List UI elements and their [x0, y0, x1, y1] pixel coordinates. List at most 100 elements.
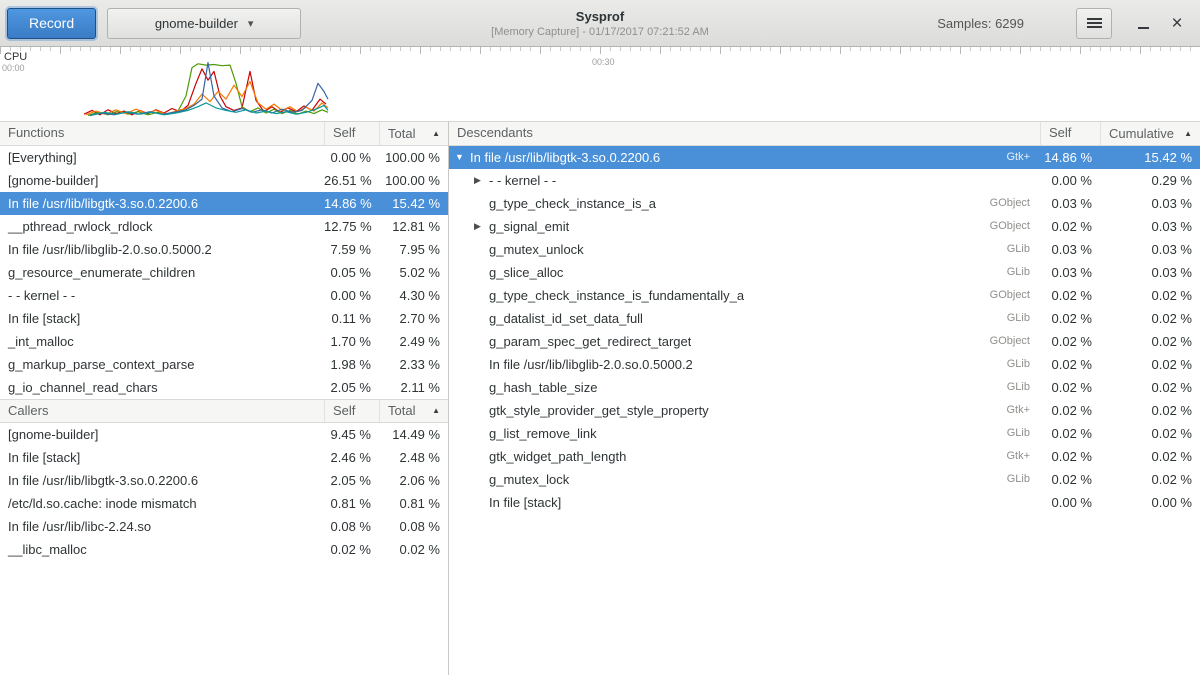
- descendant-row[interactable]: g_mutex_unlockGLib0.03 %0.03 %: [449, 238, 1200, 261]
- column-header-cumulative-label: Cumulative: [1109, 123, 1174, 145]
- function-row[interactable]: In file [stack]0.11 %2.70 %: [0, 307, 448, 330]
- descendants-panel: Descendants Self Cumulative ▲ ▼In file /…: [449, 122, 1200, 514]
- function-name: _int_malloc: [0, 330, 324, 353]
- cpu-timeline[interactable]: CPU 00:00 00:30: [0, 47, 1200, 122]
- descendant-row[interactable]: ▼In file /usr/lib/libgtk-3.so.0.2200.6Gt…: [449, 146, 1200, 169]
- descendant-name-cell: g_slice_alloc GLib: [449, 261, 1040, 284]
- caller-row[interactable]: __libc_malloc0.02 %0.02 %: [0, 538, 448, 561]
- function-row[interactable]: g_io_channel_read_chars2.05 %2.11 %: [0, 376, 448, 399]
- menu-button[interactable]: [1076, 8, 1112, 39]
- descendant-name-cell: ▼In file /usr/lib/libgtk-3.so.0.2200.6Gt…: [449, 146, 1040, 169]
- function-row[interactable]: [Everything]0.00 %100.00 %: [0, 146, 448, 169]
- minimize-button[interactable]: [1126, 6, 1160, 40]
- functions-table-body: [Everything]0.00 %100.00 %[gnome-builder…: [0, 146, 448, 399]
- library-category-badge: GObject: [980, 215, 1040, 238]
- tree-expander-icon[interactable]: ▶: [474, 215, 487, 238]
- cumulative-value: 0.02 %: [1100, 284, 1200, 307]
- column-header-total-label: Total: [388, 400, 415, 422]
- close-button[interactable]: ×: [1160, 6, 1194, 40]
- descendant-row[interactable]: ▶- - kernel - -0.00 %0.29 %: [449, 169, 1200, 192]
- caller-row[interactable]: In file /usr/lib/libc-2.24.so0.08 %0.08 …: [0, 515, 448, 538]
- total-value: 0.81 %: [379, 492, 448, 515]
- function-row[interactable]: In file /usr/lib/libglib-2.0.so.0.5000.2…: [0, 238, 448, 261]
- callers-panel: Callers Self Total ▲ [gnome-builder]9.45…: [0, 399, 448, 675]
- self-value: 0.03 %: [1040, 261, 1100, 284]
- target-selector[interactable]: gnome-builder ▾: [107, 8, 301, 39]
- descendant-name-cell: g_type_check_instance_is_aGObject: [449, 192, 1040, 215]
- cumulative-value: 0.02 %: [1100, 330, 1200, 353]
- descendant-row[interactable]: gtk_style_provider_get_style_propertyGtk…: [449, 399, 1200, 422]
- library-category-badge: GLib: [997, 261, 1040, 284]
- caller-row[interactable]: [gnome-builder]9.45 %14.49 %: [0, 423, 448, 446]
- function-row[interactable]: g_resource_enumerate_children0.05 %5.02 …: [0, 261, 448, 284]
- cumulative-value: 0.02 %: [1100, 307, 1200, 330]
- function-name: In file /usr/lib/libglib-2.0.so.0.5000.2: [0, 238, 324, 261]
- function-name: [gnome-builder]: [0, 423, 324, 446]
- descendant-row[interactable]: g_datalist_id_set_data_fullGLib0.02 %0.0…: [449, 307, 1200, 330]
- minimize-icon: [1138, 27, 1149, 29]
- library-category-badge: GObject: [980, 330, 1040, 353]
- function-name: g_slice_alloc: [489, 261, 563, 284]
- time-label-mid: 00:30: [592, 57, 615, 67]
- column-header-cumulative[interactable]: Cumulative ▲: [1100, 122, 1200, 145]
- column-header-total[interactable]: Total ▲: [379, 122, 448, 145]
- descendant-row[interactable]: g_hash_table_sizeGLib0.02 %0.02 %: [449, 376, 1200, 399]
- column-header-functions[interactable]: Functions: [0, 122, 324, 145]
- column-header-total[interactable]: Total ▲: [379, 400, 448, 422]
- function-row[interactable]: In file /usr/lib/libgtk-3.so.0.2200.614.…: [0, 192, 448, 215]
- column-header-descendants[interactable]: Descendants: [449, 122, 1040, 145]
- self-value: 0.02 %: [1040, 330, 1100, 353]
- descendant-row[interactable]: In file [stack]0.00 %0.00 %: [449, 491, 1200, 514]
- descendant-row[interactable]: g_list_remove_linkGLib0.02 %0.02 %: [449, 422, 1200, 445]
- descendant-row[interactable]: ▶g_signal_emitGObject0.02 %0.03 %: [449, 215, 1200, 238]
- descendant-row[interactable]: g_param_spec_get_redirect_targetGObject0…: [449, 330, 1200, 353]
- function-name: __libc_malloc: [0, 538, 324, 561]
- function-name: In file /usr/lib/libc-2.24.so: [0, 515, 324, 538]
- total-value: 2.70 %: [379, 307, 448, 330]
- self-value: 0.05 %: [324, 261, 379, 284]
- column-header-self[interactable]: Self: [324, 122, 379, 145]
- descendant-name-cell: ▶- - kernel - -: [449, 169, 1040, 192]
- descendant-row[interactable]: g_type_check_instance_is_fundamentally_a…: [449, 284, 1200, 307]
- function-name: [Everything]: [0, 146, 324, 169]
- library-category-badge: Gtk+: [996, 146, 1040, 169]
- function-row[interactable]: [gnome-builder]26.51 %100.00 %: [0, 169, 448, 192]
- function-row[interactable]: g_markup_parse_context_parse1.98 %2.33 %: [0, 353, 448, 376]
- descendant-row[interactable]: g_type_check_instance_is_aGObject0.03 %0…: [449, 192, 1200, 215]
- self-value: 12.75 %: [324, 215, 379, 238]
- function-row[interactable]: - - kernel - -0.00 %4.30 %: [0, 284, 448, 307]
- descendant-row[interactable]: g_mutex_lockGLib0.02 %0.02 %: [449, 468, 1200, 491]
- column-header-self[interactable]: Self: [324, 400, 379, 422]
- column-header-callers[interactable]: Callers: [0, 400, 324, 422]
- record-button[interactable]: Record: [7, 8, 96, 39]
- cumulative-value: 15.42 %: [1100, 146, 1200, 169]
- right-pane: Descendants Self Cumulative ▲ ▼In file /…: [449, 122, 1200, 675]
- total-value: 7.95 %: [379, 238, 448, 261]
- tree-expander-icon[interactable]: ▶: [474, 169, 487, 192]
- cumulative-value: 0.03 %: [1100, 192, 1200, 215]
- descendants-table-body: ▼In file /usr/lib/libgtk-3.so.0.2200.6Gt…: [449, 146, 1200, 514]
- window-title-area: Sysprof [Memory Capture] - 01/17/2017 07…: [300, 0, 900, 47]
- function-name: In file [stack]: [0, 307, 324, 330]
- self-value: 0.00 %: [324, 284, 379, 307]
- function-name: g_param_spec_get_redirect_target: [489, 330, 691, 353]
- descendant-row[interactable]: gtk_widget_path_lengthGtk+0.02 %0.02 %: [449, 445, 1200, 468]
- descendant-row[interactable]: g_slice_allocGLib0.03 %0.03 %: [449, 261, 1200, 284]
- column-header-self[interactable]: Self: [1040, 122, 1100, 145]
- total-value: 100.00 %: [379, 169, 448, 192]
- caller-row[interactable]: In file [stack]2.46 %2.48 %: [0, 446, 448, 469]
- function-name: In file /usr/lib/libgtk-3.so.0.2200.6: [0, 192, 324, 215]
- self-value: 1.70 %: [324, 330, 379, 353]
- function-row[interactable]: _int_malloc1.70 %2.49 %: [0, 330, 448, 353]
- self-value: 7.59 %: [324, 238, 379, 261]
- function-name: g_type_check_instance_is_fundamentally_a: [489, 284, 744, 307]
- total-value: 100.00 %: [379, 146, 448, 169]
- caller-row[interactable]: In file /usr/lib/libgtk-3.so.0.2200.62.0…: [0, 469, 448, 492]
- function-row[interactable]: __pthread_rwlock_rdlock12.75 %12.81 %: [0, 215, 448, 238]
- function-name: g_io_channel_read_chars: [0, 376, 324, 399]
- tree-expander-icon[interactable]: ▼: [455, 146, 468, 169]
- sort-arrow-icon: ▲: [1184, 123, 1192, 145]
- caller-row[interactable]: /etc/ld.so.cache: inode mismatch0.81 %0.…: [0, 492, 448, 515]
- descendant-row[interactable]: In file /usr/lib/libglib-2.0.so.0.5000.2…: [449, 353, 1200, 376]
- self-value: 0.03 %: [1040, 238, 1100, 261]
